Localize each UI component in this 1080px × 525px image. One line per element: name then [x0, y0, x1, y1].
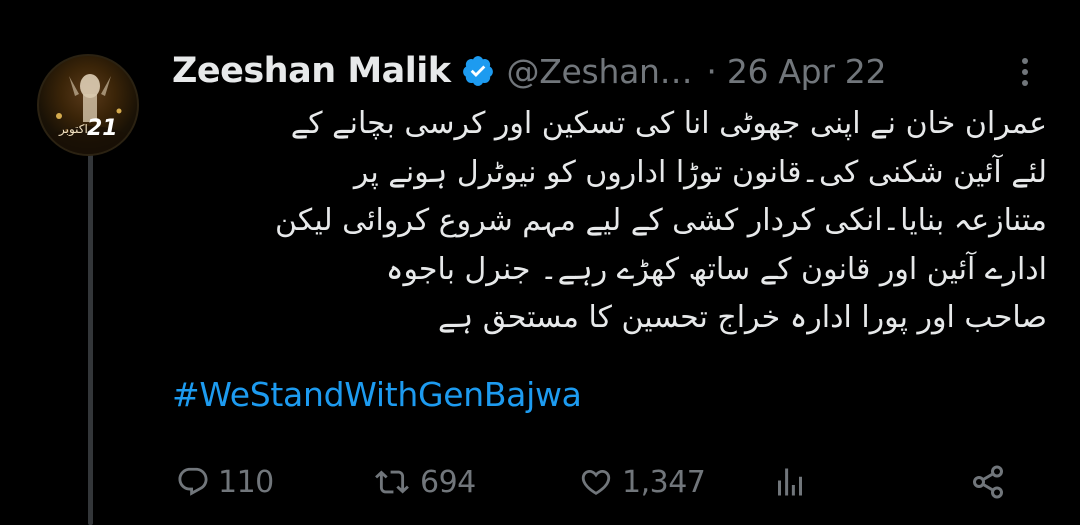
- verified-badge-icon: [461, 54, 495, 88]
- share-button[interactable]: [970, 460, 1006, 504]
- tweet-date[interactable]: 26 Apr 22: [727, 52, 887, 91]
- tweet-text-line: ادارے آئین اور قانون کے ساتھ کھڑے رہے۔ ج…: [385, 251, 1047, 287]
- header-separator: ·: [706, 51, 717, 91]
- reply-count: 110: [218, 464, 274, 500]
- analytics-button[interactable]: [772, 460, 808, 504]
- tweet-text-line: صاحب اور پورا ادارہ خراج تحسین کا مستحق …: [438, 300, 1047, 335]
- tweet-text: عمران خان نے اپنی جھوٹی انا کی تسکین اور…: [172, 100, 1047, 343]
- author-display-name[interactable]: Zeeshan Malik: [172, 51, 451, 91]
- heart-icon: [581, 469, 611, 495]
- retweet-icon: [375, 470, 409, 494]
- reply-icon: [178, 467, 208, 496]
- hashtag-link[interactable]: #WeStandWithGenBajwa: [172, 375, 582, 414]
- like-count: 1,347: [622, 464, 706, 500]
- tweet-text-line: عمران خان نے اپنی جھوٹی انا کی تسکین اور…: [290, 106, 1047, 141]
- avatar[interactable]: اکتوبر 21: [37, 54, 139, 156]
- more-options-button[interactable]: [1010, 52, 1040, 92]
- reply-button[interactable]: 110: [176, 460, 274, 504]
- author-handle[interactable]: @Zeshan…: [507, 52, 693, 91]
- avatar-badge-number: 21: [87, 116, 118, 141]
- tweet-header: Zeeshan Malik @Zeshan… · 26 Apr 22: [172, 46, 886, 96]
- more-options-icon: [1022, 58, 1028, 64]
- like-button[interactable]: 1,347: [578, 460, 706, 504]
- retweet-button[interactable]: 694: [372, 460, 476, 504]
- thread-connector-line: [88, 138, 93, 525]
- avatar-caption: اکتوبر: [59, 122, 88, 136]
- share-icon: [973, 465, 1003, 499]
- avatar-image: [49, 74, 131, 154]
- retweet-count: 694: [420, 464, 476, 500]
- tweet-text-line: لئے آئین شکنی کی۔قانون توڑا اداروں کو نی…: [353, 154, 1047, 190]
- tweet-text-line: متنازعہ بنایا۔انکی کردار کشی کے لیے مہم …: [275, 203, 1047, 238]
- analytics-icon: [778, 468, 802, 496]
